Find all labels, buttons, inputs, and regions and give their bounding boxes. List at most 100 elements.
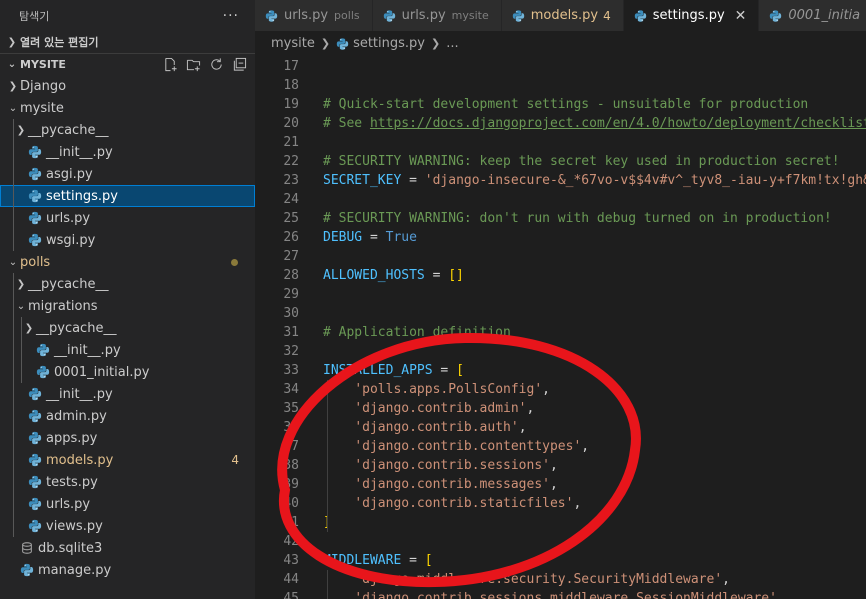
code-line[interactable]: 34 'polls.apps.PollsConfig',: [255, 380, 866, 399]
tree-item[interactable]: urls.py: [0, 493, 255, 515]
code-line[interactable]: 21: [255, 133, 866, 152]
indent-guide: [13, 339, 14, 361]
code-line[interactable]: 26 DEBUG = True: [255, 228, 866, 247]
tree-item-label: admin.py: [46, 408, 107, 424]
tree-item[interactable]: ⌄ polls: [0, 251, 255, 273]
code-line[interactable]: 36 'django.contrib.auth',: [255, 418, 866, 437]
tree-item[interactable]: urls.py: [0, 207, 255, 229]
python-file-icon: [36, 365, 50, 379]
open-editors-label: 열려 있는 편집기: [20, 36, 99, 49]
editor-tab[interactable]: urls.py mysite: [372, 0, 502, 31]
tree-item-label: mysite: [20, 100, 64, 116]
breadcrumb: mysite ❯ settings.py ❯ ...: [255, 31, 866, 55]
code-text: 'polls.apps.PollsConfig',: [323, 382, 550, 397]
code-line[interactable]: 39 'django.contrib.messages',: [255, 475, 866, 494]
code-line[interactable]: 31 # Application definition: [255, 323, 866, 342]
collapse-all-icon[interactable]: [232, 57, 247, 72]
code-line[interactable]: 20 # See https://docs.djangoproject.com/e…: [255, 114, 866, 133]
tree-item[interactable]: asgi.py: [0, 163, 255, 185]
code-line[interactable]: 28 ALLOWED_HOSTS = []: [255, 266, 866, 285]
tree-item[interactable]: __init__.py: [0, 383, 255, 405]
code-line[interactable]: 45 'django.contrib.sessions.middleware.S…: [255, 589, 866, 599]
tree-item[interactable]: admin.py: [0, 405, 255, 427]
tree-item[interactable]: apps.py: [0, 427, 255, 449]
python-file-icon: [265, 9, 278, 22]
python-file-icon: [28, 519, 42, 533]
code-text: 'django.contrib.auth',: [323, 420, 527, 435]
editor-tab[interactable]: settings.py ✕: [623, 0, 760, 31]
tree-item[interactable]: ❯ __pycache__: [0, 273, 255, 295]
breadcrumb-file[interactable]: settings.py: [353, 36, 425, 51]
project-section-header[interactable]: ⌄ MYSITE: [0, 53, 255, 75]
code-token: 'django.contrib.contenttypes': [354, 439, 582, 454]
code-line[interactable]: 29: [255, 285, 866, 304]
code-line[interactable]: 32: [255, 342, 866, 361]
code-token: 'django.contrib.messages': [354, 477, 550, 492]
tree-item[interactable]: ❯ __pycache__: [0, 317, 255, 339]
code-token: SECRET_KEY: [323, 173, 402, 188]
code-line[interactable]: 41]: [255, 513, 866, 532]
code-line[interactable]: 24: [255, 190, 866, 209]
line-number: 32: [283, 344, 299, 359]
editor-tab[interactable]: 0001_initia: [759, 0, 866, 31]
indent-guide: [13, 119, 14, 141]
code-line[interactable]: 40 'django.contrib.staticfiles',: [255, 494, 866, 513]
tree-item[interactable]: settings.py: [0, 185, 255, 207]
indent-guide: [327, 570, 328, 599]
indent-guide: [13, 361, 14, 383]
editor-tab[interactable]: urls.py polls: [255, 0, 373, 31]
code-line[interactable]: 25 # SECURITY WARNING: don't run with deb…: [255, 209, 866, 228]
close-icon[interactable]: ✕: [735, 8, 747, 24]
code-line[interactable]: 27: [255, 247, 866, 266]
python-file-icon: [28, 145, 42, 159]
new-file-icon[interactable]: [163, 57, 178, 72]
tree-item-label: models.py: [46, 452, 114, 468]
code-editor[interactable]: 17 18 19 # Quick-start development settings…: [255, 55, 866, 599]
code-line[interactable]: 18: [255, 76, 866, 95]
code-line[interactable]: 37 'django.contrib.contenttypes',: [255, 437, 866, 456]
code-line[interactable]: 33 INSTALLED_APPS = [: [255, 361, 866, 380]
new-folder-icon[interactable]: [186, 57, 201, 72]
open-editors-section[interactable]: ❯ 열려 있는 편집기: [0, 31, 255, 53]
refresh-icon[interactable]: [209, 57, 224, 72]
tree-item[interactable]: ⌄ migrations: [0, 295, 255, 317]
tree-item-label: Django: [20, 78, 67, 94]
code-line[interactable]: 17: [255, 57, 866, 76]
code-line[interactable]: 44 'django.middleware.security.SecurityM…: [255, 570, 866, 589]
code-line[interactable]: 43 MIDDLEWARE = [: [255, 551, 866, 570]
code-line[interactable]: 22 # SECURITY WARNING: keep the secret ke…: [255, 152, 866, 171]
tree-item[interactable]: db.sqlite3: [0, 537, 255, 559]
tree-item[interactable]: wsgi.py: [0, 229, 255, 251]
line-number: 45: [283, 591, 299, 599]
editor-tab[interactable]: models.py 4: [501, 0, 624, 31]
code-line[interactable]: 30: [255, 304, 866, 323]
tree-item[interactable]: ❯ __pycache__: [0, 119, 255, 141]
python-file-icon: [28, 211, 42, 225]
tree-item[interactable]: tests.py: [0, 471, 255, 493]
tree-item[interactable]: __init__.py: [0, 339, 255, 361]
code-line[interactable]: 38 'django.contrib.sessions',: [255, 456, 866, 475]
explorer-sidebar: 탐색기 ··· ❯ 열려 있는 편집기 ⌄ MYSITE ❯ Django ⌄ mys…: [0, 0, 255, 599]
tree-item[interactable]: views.py: [0, 515, 255, 537]
code-line[interactable]: 23 SECRET_KEY = 'django-insecure-&_*67vo-…: [255, 171, 866, 190]
code-token: 'polls.apps.PollsConfig': [354, 382, 543, 397]
code-token: []: [448, 268, 464, 283]
tree-item[interactable]: __init__.py: [0, 141, 255, 163]
code-token: ,: [518, 420, 527, 435]
code-line[interactable]: 35 'django.contrib.admin',: [255, 399, 866, 418]
python-file-icon: [512, 9, 525, 22]
tree-item[interactable]: ⌄ mysite: [0, 97, 255, 119]
code-line[interactable]: 19 # Quick-start development settings - u…: [255, 95, 866, 114]
tree-item[interactable]: 0001_initial.py: [0, 361, 255, 383]
code-token[interactable]: https://docs.djangoproject.com/en/4.0/ho…: [370, 116, 866, 131]
indent-guide: [21, 317, 22, 339]
tree-item[interactable]: models.py 4: [0, 449, 255, 471]
code-token: ,: [776, 591, 785, 599]
breadcrumb-folder[interactable]: mysite: [271, 36, 315, 51]
code-line[interactable]: 42: [255, 532, 866, 551]
tree-item[interactable]: manage.py: [0, 559, 255, 581]
code-token: ,: [573, 496, 582, 511]
breadcrumb-more[interactable]: ...: [446, 36, 458, 51]
more-actions-icon[interactable]: ···: [223, 8, 239, 24]
tree-item[interactable]: ❯ Django: [0, 75, 255, 97]
